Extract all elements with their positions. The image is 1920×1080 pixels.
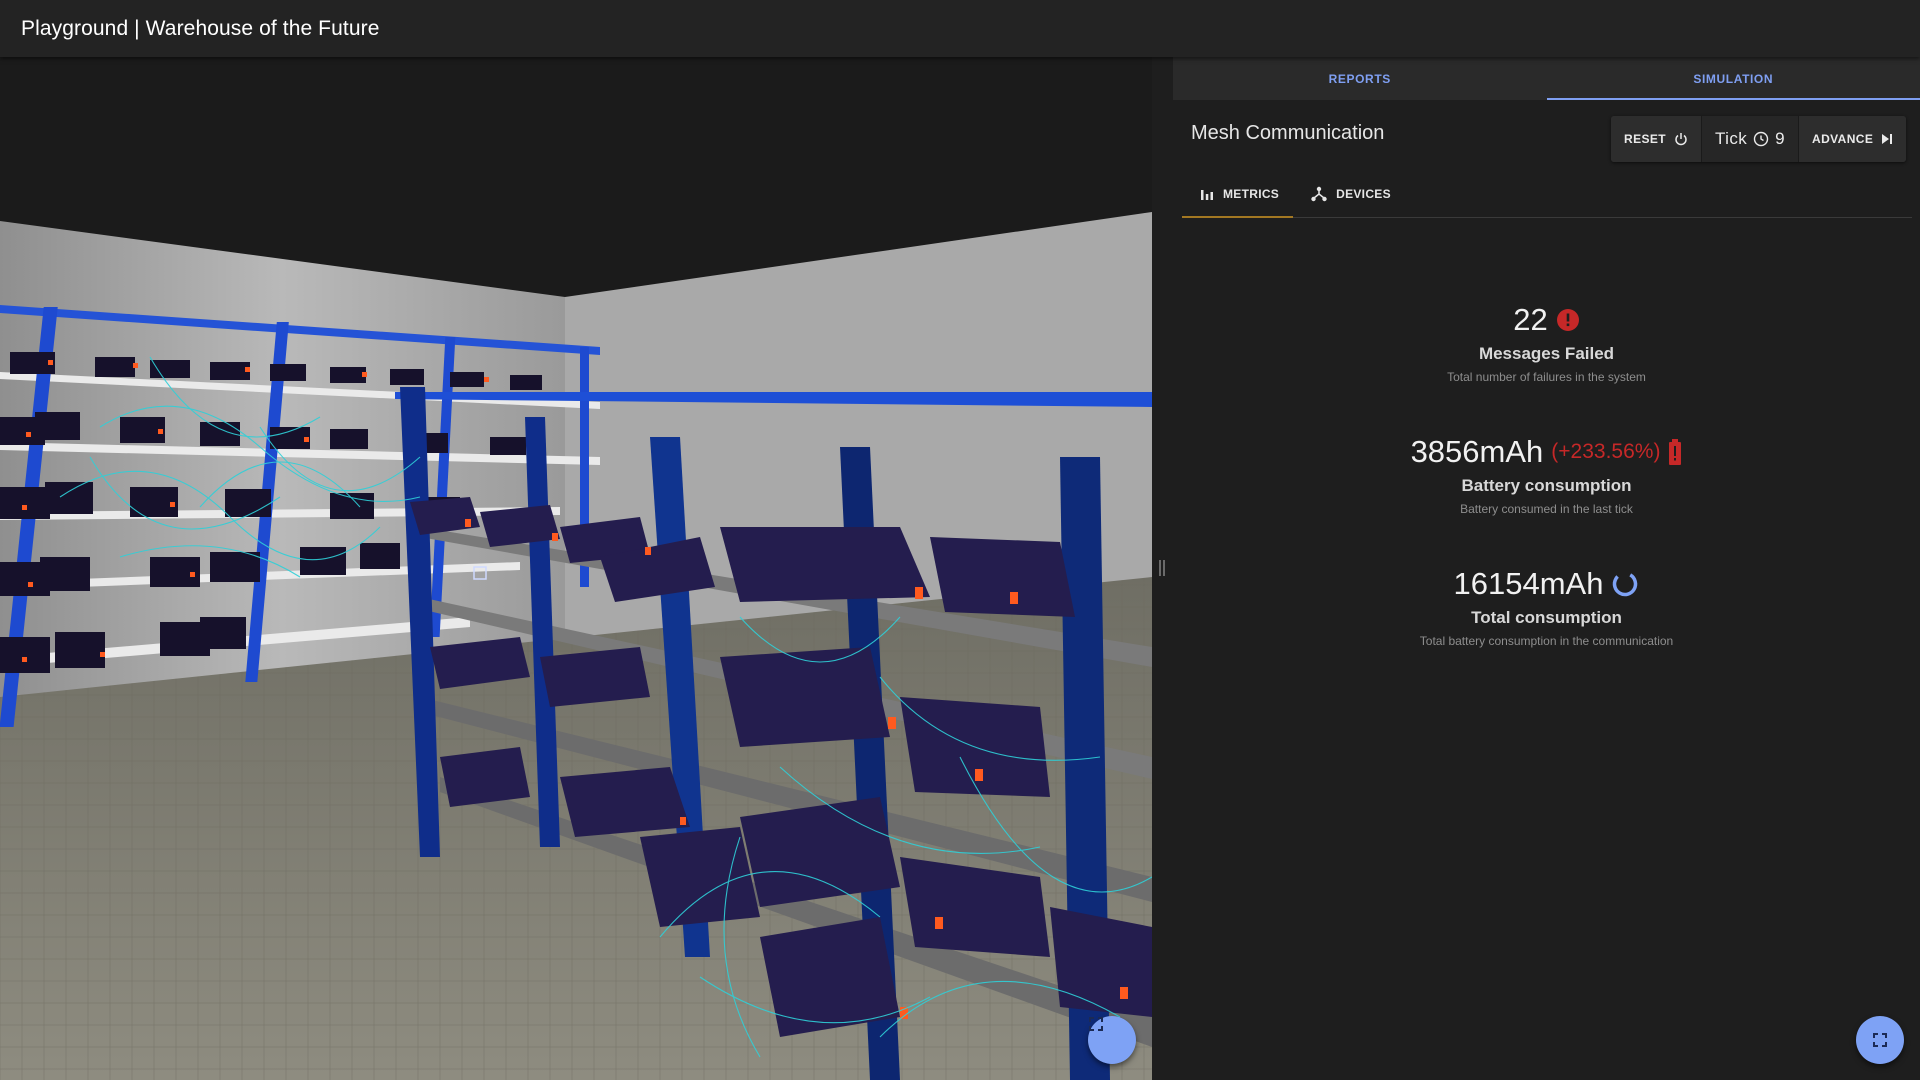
- clock-icon: [1753, 131, 1769, 147]
- subtab-devices[interactable]: DEVICES: [1293, 170, 1405, 217]
- metric-total-consumption: 16154mAh Total consumption Total battery…: [1173, 564, 1920, 648]
- simulation-header: Mesh Communication RESET Tick 9 ADVANCE: [1173, 100, 1920, 170]
- advance-label: ADVANCE: [1812, 132, 1874, 146]
- metric-description: Battery consumed in the last tick: [1460, 502, 1633, 516]
- fullscreen-icon: [1873, 1033, 1887, 1047]
- power-reset-icon: [1675, 133, 1687, 146]
- viewport-fullscreen-button[interactable]: [1088, 1016, 1136, 1064]
- metric-delta: (+233.56%): [1551, 440, 1661, 463]
- tick-value: 9: [1775, 129, 1786, 148]
- simulation-controls: RESET Tick 9 ADVANCE: [1611, 116, 1907, 162]
- metric-description: Total battery consumption in the communi…: [1419, 634, 1674, 648]
- warehouse-3d-viewport[interactable]: [0, 57, 1152, 1080]
- metrics-list: 22 Messages Failed Total number of failu…: [1173, 300, 1920, 648]
- subtab-devices-label: DEVICES: [1336, 186, 1391, 201]
- error-icon: [1556, 309, 1579, 331]
- tab-simulation[interactable]: SIMULATION: [1546, 57, 1920, 100]
- metric-value-row: 16154mAh: [1173, 564, 1920, 604]
- tab-simulation-label: SIMULATION: [1693, 71, 1774, 86]
- skip-next-icon: [1882, 134, 1893, 144]
- subtab-metrics[interactable]: METRICS: [1182, 170, 1294, 218]
- metric-label: Total consumption: [1471, 608, 1622, 627]
- metric-label: Battery consumption: [1461, 476, 1632, 495]
- reset-label: RESET: [1624, 132, 1667, 146]
- metric-label: Messages Failed: [1478, 344, 1615, 363]
- tab-reports-label: REPORTS: [1328, 71, 1391, 86]
- app-header: Playground | Warehouse of the Future: [0, 0, 1920, 57]
- metric-messages-failed: 22 Messages Failed Total number of failu…: [1173, 300, 1920, 384]
- panel-tabs: REPORTS SIMULATION: [1173, 57, 1920, 100]
- side-panel: REPORTS SIMULATION Mesh Communication RE…: [1173, 57, 1920, 1080]
- app-title: Playground | Warehouse of the Future: [21, 16, 380, 40]
- subtab-metrics-label: METRICS: [1223, 186, 1280, 201]
- tick-label: Tick: [1715, 129, 1748, 148]
- loading-spinner-icon: [1613, 571, 1638, 597]
- network-icon: [1311, 186, 1327, 201]
- tab-reports[interactable]: REPORTS: [1173, 57, 1547, 100]
- metric-description: Total number of failures in the system: [1447, 370, 1646, 384]
- bar-chart-icon: [1201, 189, 1213, 200]
- metric-value: 3856mAh: [1410, 434, 1544, 469]
- metric-value-row: 22: [1173, 300, 1920, 340]
- metric-value: 16154mAh: [1453, 566, 1604, 601]
- metric-value: 22: [1513, 302, 1548, 337]
- tick-counter: Tick 9: [1701, 116, 1799, 162]
- advance-button[interactable]: ADVANCE: [1798, 116, 1907, 162]
- warehouse-scene: [0, 57, 1152, 1080]
- simulation-subtabs: METRICS DEVICES: [1182, 170, 1912, 218]
- fullscreen-icon: [1089, 1017, 1103, 1031]
- metric-battery-consumption: 3856mAh (+233.56%) Battery consumption B…: [1173, 432, 1920, 516]
- panel-splitter[interactable]: [1152, 57, 1173, 1080]
- simulation-title: Mesh Communication: [1191, 122, 1385, 144]
- panel-fullscreen-button[interactable]: [1856, 1016, 1904, 1064]
- battery-alert-icon: [1669, 439, 1682, 465]
- splitter-grip-icon[interactable]: [1159, 560, 1165, 576]
- reset-button[interactable]: RESET: [1611, 116, 1702, 162]
- app-root: Playground | Warehouse of the Future REP…: [0, 0, 1920, 1080]
- metric-value-row: 3856mAh (+233.56%): [1173, 432, 1920, 472]
